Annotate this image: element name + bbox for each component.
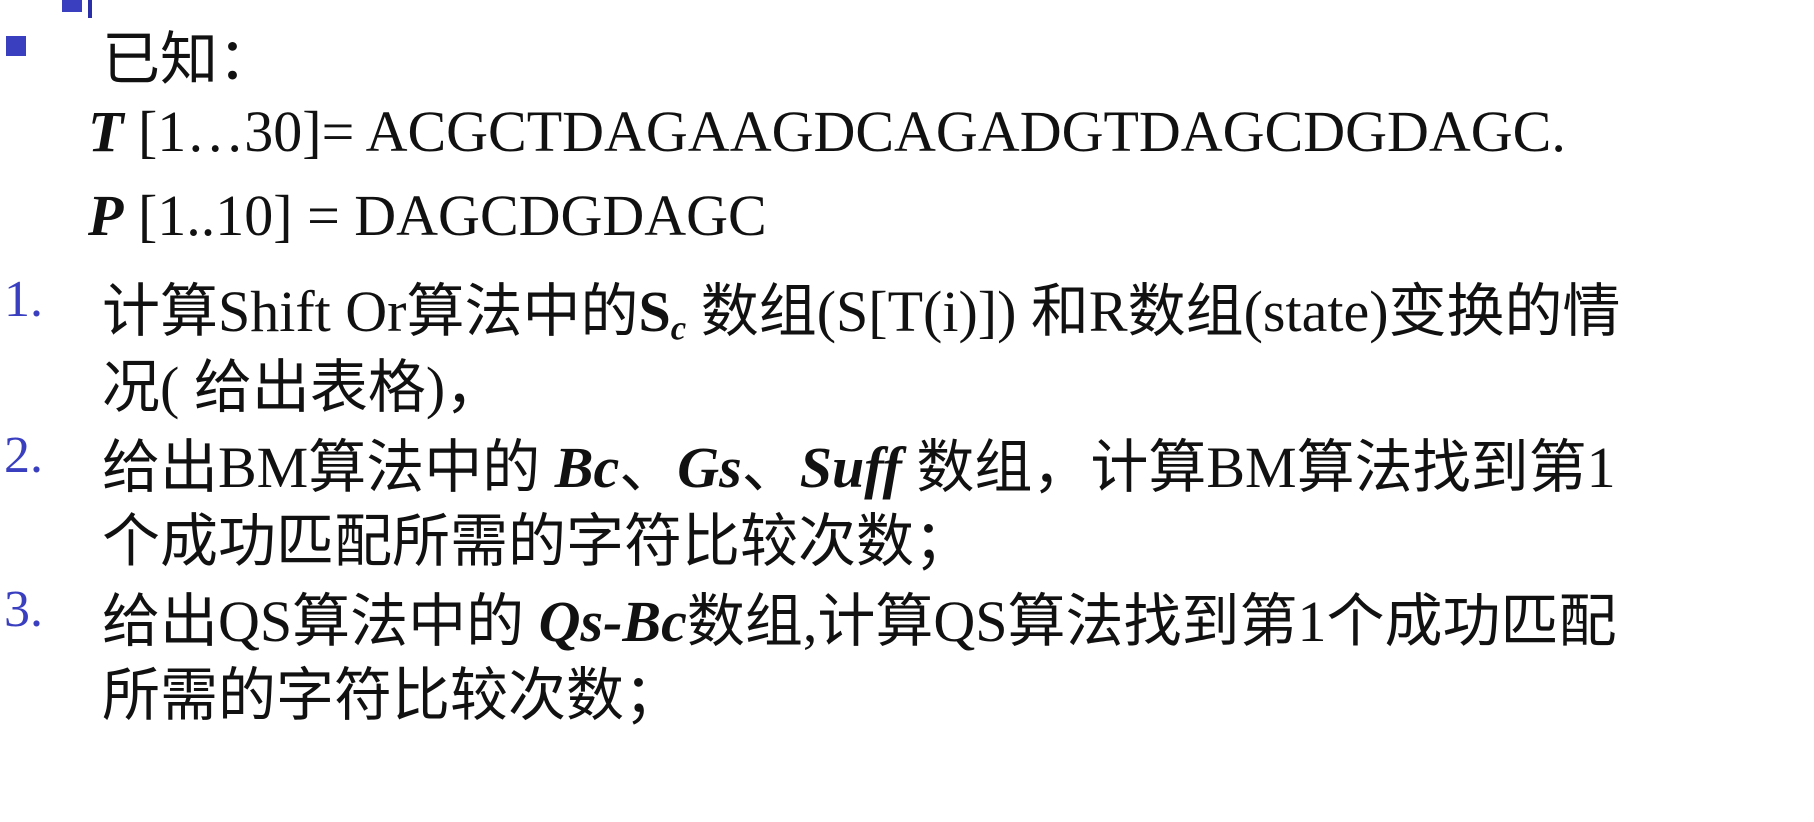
t-value: ACGCTDAGAAGDCAGADGTDAGCDGDAGC. xyxy=(365,99,1566,164)
slide-corner-tick xyxy=(88,0,92,18)
item-1-text-a: 计算Shift Or算法中的 xyxy=(102,279,639,344)
square-bullet-icon xyxy=(6,36,26,56)
item-1-s-symbol: S xyxy=(638,279,671,344)
item-1-text-b: 数组(S[T(i)]) 和R数组(state)变换的情 xyxy=(686,279,1621,344)
item-3-qs-bc: Qs-Bc xyxy=(538,589,687,654)
t-variable: T xyxy=(88,99,124,164)
slide-corner-decoration xyxy=(62,0,82,12)
item-number-3: 3. xyxy=(4,581,43,638)
item-1-line-1: 计算Shift Or算法中的Sc 数组(S[T(i)]) 和R数组(state)… xyxy=(102,264,1621,349)
item-1-s-subscript: c xyxy=(670,308,687,348)
item-2-suff: Suff xyxy=(799,435,902,500)
p-range: [1..10] = xyxy=(123,183,355,248)
item-number-2: 2. xyxy=(4,427,43,484)
item-2-sep-2: 、 xyxy=(741,435,800,500)
item-number-1: 1. xyxy=(4,271,43,328)
item-2-line-2: 个成功匹配所需的字符比较次数； xyxy=(102,509,973,574)
item-3-line-2: 所需的字符比较次数； xyxy=(102,663,683,728)
p-variable: P xyxy=(88,183,124,248)
item-3-line-1: 给出QS算法中的 Qs-Bc数组,计算QS算法找到第1个成功匹配 xyxy=(102,574,1617,658)
item-2-text-a: 给出BM算法中的 xyxy=(102,435,555,500)
intro-label: 已知： xyxy=(102,27,277,92)
item-1-line-2: 况( 给出表格)， xyxy=(102,355,504,420)
item-2-line-1: 给出BM算法中的 Bc、Gs、Suff 数组，计算BM算法找到第1 xyxy=(102,420,1616,504)
item-2-sep-1: 、 xyxy=(619,435,678,500)
p-value: DAGCDGDAGC xyxy=(354,183,767,248)
pattern-definition: P [1..10] = DAGCDGDAGC xyxy=(88,182,767,249)
item-2-bc: Bc xyxy=(554,435,620,500)
item-2-gs: Gs xyxy=(677,435,742,500)
text-definition: T [1…30]= ACGCTDAGAAGDCAGADGTDAGCDGDAGC. xyxy=(88,98,1566,165)
t-range: [1…30]= xyxy=(123,99,366,164)
item-3-text-a: 给出QS算法中的 xyxy=(102,589,539,654)
item-3-text-b: 数组,计算QS算法找到第1个成功匹配 xyxy=(686,589,1617,654)
item-2-text-b: 数组，计算BM算法找到第1 xyxy=(901,435,1616,500)
